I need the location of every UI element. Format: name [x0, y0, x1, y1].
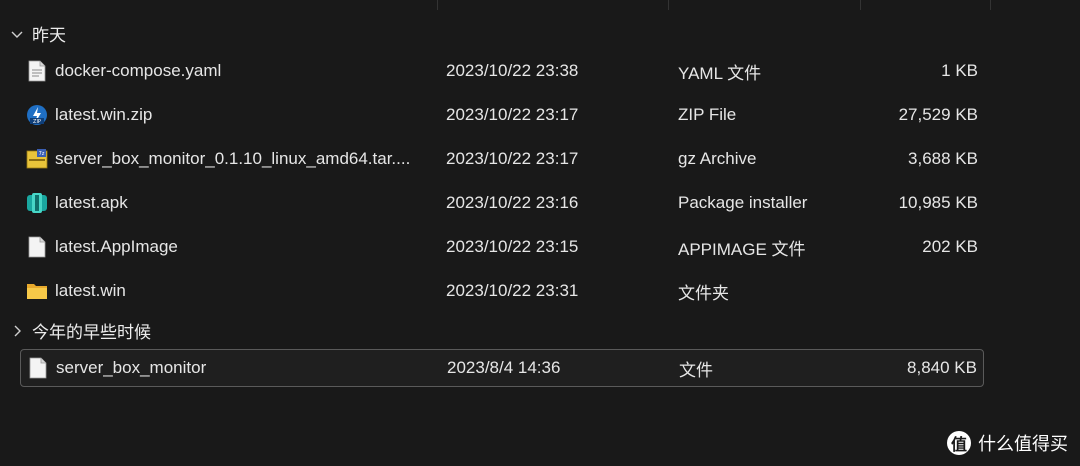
file-size: 27,529 KB: [898, 105, 978, 124]
file-date: 2023/8/4 14:36: [447, 358, 561, 377]
file-row[interactable]: docker-compose.yaml 2023/10/22 23:38 YAM…: [20, 52, 984, 90]
chevron-down-icon: [10, 26, 24, 40]
file-date: 2023/10/22 23:17: [446, 105, 579, 124]
package-installer-icon: [26, 184, 48, 222]
file-type: YAML 文件: [678, 63, 762, 83]
file-type: gz Archive: [678, 149, 757, 168]
file-row[interactable]: latest.apk 2023/10/22 23:16 Package inst…: [20, 184, 984, 222]
file-name: latest.AppImage: [55, 237, 178, 256]
file-size: 10,985 KB: [898, 193, 978, 212]
yaml-file-icon: [26, 52, 48, 90]
zip-archive-icon: ZIP: [26, 96, 48, 134]
column-divider[interactable]: [860, 0, 861, 10]
group-header-yesterday[interactable]: 昨天: [10, 20, 66, 46]
file-size: 1 KB: [941, 61, 978, 80]
watermark-text: 什么值得买: [978, 434, 1068, 454]
file-date: 2023/10/22 23:17: [446, 149, 579, 168]
chevron-right-icon: [10, 323, 24, 337]
file-type: Package installer: [678, 193, 808, 212]
folder-icon: [26, 272, 48, 310]
group-label: 昨天: [32, 25, 66, 45]
file-row[interactable]: ZIP latest.win.zip 2023/10/22 23:17 ZIP …: [20, 96, 984, 134]
watermark: 值 什么值得买: [947, 430, 1068, 456]
smzdm-logo-icon: 值: [947, 431, 971, 455]
file-date: 2023/10/22 23:16: [446, 193, 579, 212]
file-size: 202 KB: [922, 237, 978, 256]
file-name: server_box_monitor_0.1.10_linux_amd64.ta…: [55, 149, 411, 168]
svg-text:ZIP: ZIP: [33, 119, 41, 125]
file-name: latest.win.zip: [55, 105, 153, 124]
file-type: APPIMAGE 文件: [678, 239, 806, 259]
column-divider[interactable]: [668, 0, 669, 10]
file-type: ZIP File: [678, 105, 737, 124]
file-name: latest.win: [55, 281, 126, 300]
file-date: 2023/10/22 23:31: [446, 281, 579, 300]
column-divider[interactable]: [437, 0, 438, 10]
file-name: latest.apk: [55, 193, 128, 212]
svg-text:7z: 7z: [39, 151, 45, 157]
gz-archive-icon: 7z: [26, 140, 48, 178]
file-name: server_box_monitor: [56, 358, 207, 377]
group-label: 今年的早些时候: [32, 322, 151, 342]
file-date: 2023/10/22 23:15: [446, 237, 579, 256]
file-name: docker-compose.yaml: [55, 61, 222, 80]
file-row-selected[interactable]: server_box_monitor 2023/8/4 14:36 文件 8,8…: [20, 349, 984, 387]
file-row[interactable]: latest.AppImage 2023/10/22 23:15 APPIMAG…: [20, 228, 984, 266]
file-size: 8,840 KB: [907, 358, 977, 377]
file-size: 3,688 KB: [908, 149, 978, 168]
file-row[interactable]: 7z server_box_monitor_0.1.10_linux_amd64…: [20, 140, 984, 178]
group-header-earlier-this-year[interactable]: 今年的早些时候: [10, 317, 151, 343]
file-type: 文件: [679, 360, 713, 380]
file-icon: [27, 350, 49, 386]
file-row[interactable]: latest.win 2023/10/22 23:31 文件夹: [20, 272, 984, 310]
file-icon: [26, 228, 48, 266]
file-date: 2023/10/22 23:38: [446, 61, 579, 80]
column-divider[interactable]: [990, 0, 991, 10]
file-type: 文件夹: [678, 283, 729, 303]
